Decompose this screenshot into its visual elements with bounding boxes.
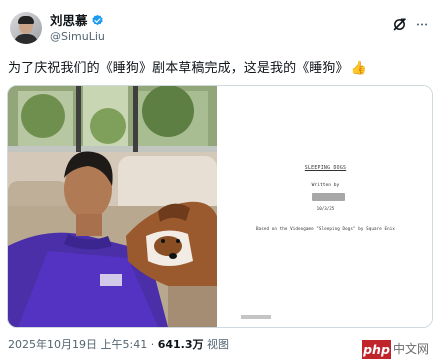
avatar[interactable] bbox=[10, 12, 42, 44]
photo-illustration bbox=[8, 86, 217, 327]
script-title: SLEEPING DOGS bbox=[304, 166, 347, 171]
author-handle[interactable]: @SimuLiu bbox=[50, 29, 105, 44]
verified-badge-icon bbox=[91, 14, 103, 26]
script-written-by: Written by bbox=[311, 183, 340, 188]
media-grid: SLEEPING DOGS Written by 10/3/25 Based o… bbox=[7, 85, 433, 328]
watermark-site: 中文网 bbox=[393, 342, 430, 356]
script-author-redacted bbox=[312, 193, 345, 201]
tweet-header: 刘思慕 @SimuLiu bbox=[10, 8, 431, 48]
tweet-text: 为了庆祝我们的《睡狗》剧本草稿完成，这是我的《睡狗》 👍 bbox=[8, 60, 367, 77]
script-based-on: Based on the Videogame "Sleeping Dogs" b… bbox=[256, 226, 395, 231]
more-options-icon[interactable] bbox=[415, 17, 429, 32]
views-count: 641.3万 bbox=[157, 338, 204, 351]
author-names: 刘思慕 @SimuLiu bbox=[50, 13, 105, 44]
thumbs-up-icon: 👍 bbox=[350, 61, 367, 76]
tweet-text-body: 为了庆祝我们的《睡狗》剧本草稿完成，这是我的《睡狗》 bbox=[8, 61, 349, 76]
photo-man-with-dog[interactable] bbox=[8, 86, 217, 327]
photo-script-title-page[interactable]: SLEEPING DOGS Written by 10/3/25 Based o… bbox=[219, 86, 432, 327]
tweet-meta: 2025年10月19日 上午5:41 · 641.3万 视图 bbox=[8, 337, 229, 352]
meta-separator: · bbox=[150, 338, 155, 351]
tweet-timestamp[interactable]: 2025年10月19日 上午5:41 bbox=[8, 338, 147, 351]
views-label: 视图 bbox=[206, 338, 229, 351]
php-watermark: php 中文网 bbox=[362, 340, 432, 359]
author-display-name[interactable]: 刘思慕 bbox=[50, 13, 88, 28]
script-footer-redacted bbox=[241, 315, 271, 319]
script-date: 10/3/25 bbox=[316, 206, 335, 211]
grok-icon[interactable] bbox=[392, 17, 407, 32]
watermark-logo: php bbox=[362, 340, 391, 359]
